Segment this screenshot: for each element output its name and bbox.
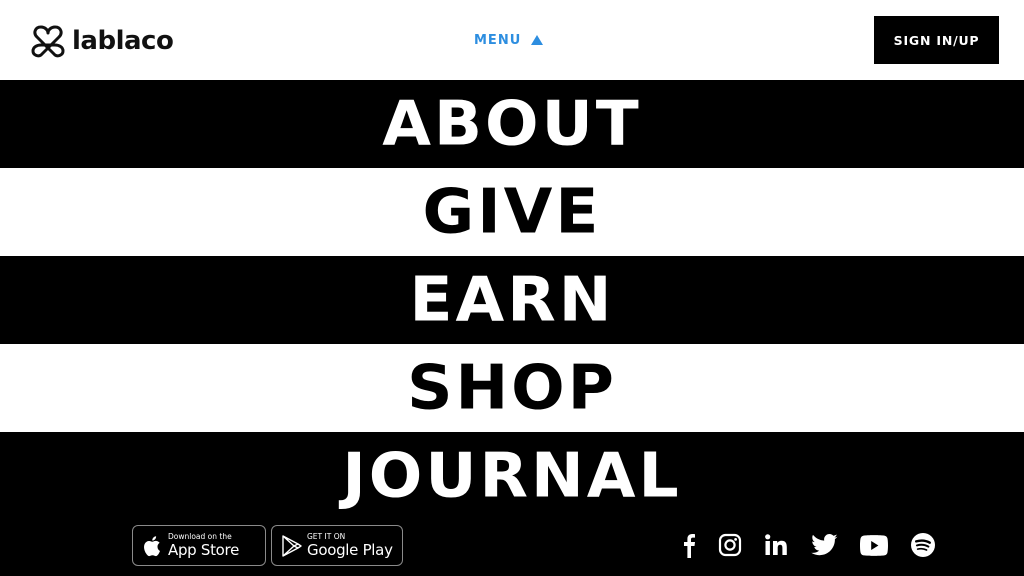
nav-item-label: SHOP <box>407 351 617 424</box>
app-store-badges: Download on the App Store GET IT ON Goog… <box>132 525 403 566</box>
app-store-big-text: App Store <box>168 540 240 559</box>
nav-item-label: JOURNAL <box>342 439 682 512</box>
twitter-link[interactable] <box>800 530 848 560</box>
twitter-icon <box>810 533 837 555</box>
app-store-small-text: Download on the <box>168 532 232 542</box>
nav-item-earn[interactable]: EARN <box>0 256 1024 344</box>
social-links <box>676 530 947 560</box>
menu-toggle[interactable]: MENU <box>474 30 544 50</box>
logo-wordmark: lablaco <box>72 26 174 56</box>
facebook-link[interactable] <box>676 530 702 560</box>
youtube-icon <box>860 534 888 556</box>
app-store-text: Download on the App Store <box>168 533 239 558</box>
google-play-text: GET IT ON Google Play <box>307 533 393 558</box>
spotify-link[interactable] <box>899 530 947 560</box>
site-header: lablaco MENU SIGN IN/UP <box>0 0 1024 80</box>
nav-item-shop[interactable]: SHOP <box>0 344 1024 432</box>
spotify-icon <box>911 533 935 557</box>
linkedin-link[interactable] <box>752 530 800 560</box>
google-play-small-text: GET IT ON <box>307 532 346 542</box>
app-store-badge[interactable]: Download on the App Store <box>132 525 266 566</box>
facebook-icon <box>684 534 695 558</box>
nav-item-about[interactable]: ABOUT <box>0 80 1024 168</box>
nav-item-label: GIVE <box>422 175 602 248</box>
google-play-badge[interactable]: GET IT ON Google Play <box>271 525 403 566</box>
google-play-big-text: Google Play <box>307 540 393 559</box>
google-play-icon <box>282 534 302 557</box>
lablaco-logo-mark-icon <box>31 25 65 58</box>
youtube-link[interactable] <box>850 530 898 560</box>
nav-item-label: EARN <box>409 263 615 336</box>
instagram-icon <box>718 533 742 557</box>
apple-icon <box>144 535 160 556</box>
nav-item-label: ABOUT <box>382 87 642 160</box>
linkedin-icon <box>765 534 787 555</box>
sign-in-up-button[interactable]: SIGN IN/UP <box>874 16 999 64</box>
nav-item-give[interactable]: GIVE <box>0 168 1024 256</box>
nav-item-journal[interactable]: JOURNAL <box>0 432 1024 512</box>
caret-up-icon <box>531 34 544 45</box>
menu-label: MENU <box>474 32 522 48</box>
lablaco-logo[interactable]: lablaco <box>30 24 174 58</box>
